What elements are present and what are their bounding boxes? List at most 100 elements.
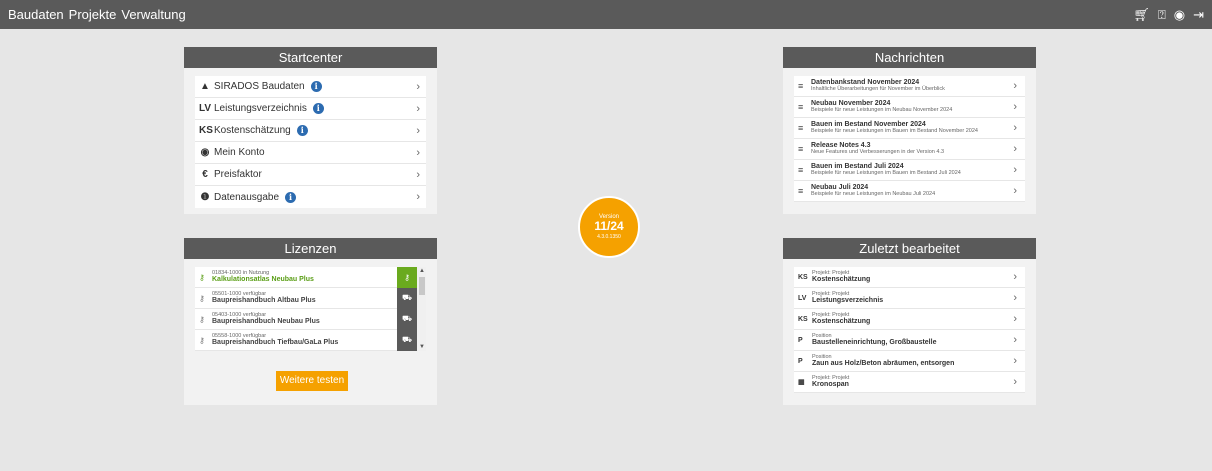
chevron-right-icon: › (416, 168, 420, 181)
chevron-right-icon: › (1013, 355, 1017, 367)
startcenter-item-label: Kostenschätzung (214, 125, 291, 136)
news-item[interactable]: ≡ Bauen im Bestand November 2024 Beispiele… (794, 118, 1025, 139)
recent-type-icon: LV (798, 294, 807, 302)
license-name: Kalkulationsatlas Neubau Plus (212, 276, 314, 284)
license-name: Baupreishandbuch Tiefbau/GaLa Plus (212, 339, 339, 347)
startcenter-item[interactable]: ▲ SIRADOS Baudaten i › (195, 76, 426, 98)
license-name: Baupreishandbuch Altbau Plus (212, 297, 316, 305)
recent-type-icon: P (798, 357, 803, 365)
recent-name: Kostenschätzung (812, 276, 871, 284)
recent-item[interactable]: LV Projekt: Projekt Leistungsverzeichnis › (794, 288, 1025, 309)
news-item[interactable]: ≡ Bauen im Bestand Juli 2024 Beispiele für… (794, 160, 1025, 181)
license-scrollbar[interactable]: ▲ ▼ (417, 267, 426, 351)
scroll-thumb[interactable] (419, 277, 425, 295)
recent-type-icon: KS (798, 273, 808, 281)
startcenter-item[interactable]: LV Leistungsverzeichnis i › (195, 98, 426, 120)
recent-item[interactable]: KS Projekt: Projekt Kostenschätzung › (794, 267, 1025, 288)
nav-baudaten[interactable]: Baudaten (8, 7, 64, 22)
info-icon[interactable]: i (312, 103, 324, 114)
chevron-right-icon: › (1013, 292, 1017, 304)
license-item[interactable]: ⚷ 01834-1000 in Nutzung Kalkulationsatlas … (195, 267, 426, 288)
chevron-right-icon: › (1013, 271, 1017, 283)
logout-icon[interactable]: ⇥ (1193, 8, 1204, 21)
startcenter-item[interactable]: ◉ Mein Konto › (195, 142, 426, 164)
info-icon[interactable]: i (310, 81, 322, 92)
chevron-right-icon: › (416, 80, 420, 93)
lizenzen-panel: Lizenzen ⚷ 01834-1000 in Nutzung Kalkulati… (184, 238, 437, 405)
weitere-testen-button[interactable]: Weitere testen (276, 371, 348, 391)
news-subtitle: Beispiele für neue Leistungen im Bauen i… (811, 169, 961, 176)
zuletzt-title: Zuletzt bearbeitet (783, 238, 1036, 259)
startcenter-item-label: Preisfaktor (214, 169, 262, 180)
startcenter-item[interactable]: ❶ Datenausgabe i › (195, 186, 426, 208)
startcenter-item-label: Mein Konto (214, 147, 265, 158)
key-check-icon: ⚷ (404, 272, 410, 282)
startcenter-item[interactable]: KS Kostenschätzung i › (195, 120, 426, 142)
recent-name: Zaun aus Holz/Beton abräumen, entsorgen (812, 360, 955, 368)
recent-text: Projekt: Projekt Kronospan (812, 375, 849, 389)
recent-item[interactable]: P Position Baustelleneinrichtung, Großbaus… (794, 330, 1025, 351)
euro-icon: € (202, 169, 208, 180)
news-text: Bauen im Bestand Juli 2024 Beispiele für … (811, 163, 961, 176)
info-icon[interactable]: i (285, 191, 297, 203)
license-activate-button[interactable]: ⛟ (397, 287, 417, 309)
license-item[interactable]: ⚷ 05501-1000 verfügbar Baupreishandbuch Al… (195, 287, 426, 309)
news-item[interactable]: ≡ Datenbankstand November 2024 Inhaltliche… (794, 76, 1025, 97)
chevron-right-icon: › (1013, 313, 1017, 325)
license-name: Baupreishandbuch Neubau Plus (212, 318, 320, 326)
news-item[interactable]: ≡ Release Notes 4.3 Neue Features und Verb… (794, 139, 1025, 160)
news-icon: ≡ (798, 144, 804, 154)
news-subtitle: Inhaltliche Überarbeitungen für November… (811, 85, 945, 92)
news-text: Neubau Juli 2024 Beispiele für neue Leist… (811, 184, 935, 197)
recent-text: Projekt: Projekt Kostenschätzung (812, 270, 870, 284)
news-item[interactable]: ≡ Neubau Juli 2024 Beispiele für neue Leis… (794, 181, 1025, 202)
startcenter-item[interactable]: € Preisfaktor › (195, 164, 426, 186)
user-icon[interactable]: ◉ (1174, 8, 1185, 21)
news-icon: ≡ (798, 186, 804, 196)
help-icon[interactable]: ⍰ (1158, 8, 1166, 21)
startcenter-item-label: Datenausgabe (214, 191, 280, 203)
chevron-right-icon: › (1013, 376, 1017, 388)
news-text: Datenbankstand November 2024 Inhaltliche … (811, 79, 945, 92)
cart-icon[interactable]: 🛒︎ (1133, 8, 1150, 21)
license-item[interactable]: ⚷ 05558-1000 verfügbar Baupreishandbuch Ti… (195, 329, 426, 351)
key-icon: ⚷ (199, 314, 205, 324)
license-activate-button[interactable]: ⛟ (397, 308, 417, 330)
license-active-button[interactable]: ⚷ (397, 267, 417, 288)
news-text: Neubau November 2024 Beispiele für neue L… (811, 100, 952, 113)
lizenzen-title: Lizenzen (184, 238, 437, 259)
news-item[interactable]: ≡ Neubau November 2024 Beispiele für neue … (794, 97, 1025, 118)
chevron-right-icon: › (1013, 80, 1017, 92)
nav-projekte[interactable]: Projekte (69, 7, 117, 22)
version-badge: Version 11/24 4.3.0.1350 (578, 196, 640, 258)
recent-list: KS Projekt: Projekt Kostenschätzung › LV Proj… (794, 267, 1025, 393)
chevron-right-icon: › (416, 146, 420, 159)
output-icon: ❶ (200, 191, 210, 203)
license-activate-button[interactable]: ⛟ (397, 329, 417, 351)
lv-icon: LV (199, 103, 212, 114)
recent-text: Position Baustelleneinrichtung, Großbaust… (812, 333, 936, 347)
car-icon: ⛟ (401, 293, 413, 302)
news-icon: ≡ (798, 165, 804, 175)
info-icon[interactable]: i (296, 125, 308, 136)
scroll-up-icon[interactable]: ▲ (419, 268, 425, 274)
startcenter-list: ▲ SIRADOS Baudaten i › LV Leistungsverzeichni… (195, 76, 426, 208)
license-text: 05501-1000 verfügbar Baupreishandbuch Alt… (212, 291, 397, 305)
recent-item[interactable]: ▦ Projekt: Projekt Kronospan › (794, 372, 1025, 393)
recent-type-icon: ▦ (798, 379, 805, 386)
car-icon: ⛟ (401, 335, 413, 344)
nav-verwaltung[interactable]: Verwaltung (121, 7, 185, 22)
recent-text: Projekt: Projekt Leistungsverzeichnis (812, 291, 883, 305)
car-icon: ⛟ (401, 314, 413, 323)
chevron-right-icon: › (416, 102, 420, 115)
scroll-down-icon[interactable]: ▼ (419, 344, 425, 350)
startcenter-item-label: Leistungsverzeichnis (214, 103, 307, 114)
main-nav: Baudaten Projekte Verwaltung (8, 7, 186, 22)
news-subtitle: Neue Features und Verbesserungen in der … (811, 148, 945, 155)
recent-item[interactable]: KS Projekt: Projekt Kostenschätzung › (794, 309, 1025, 330)
zuletzt-panel: Zuletzt bearbeitet KS Projekt: Projekt Kos… (783, 238, 1036, 405)
license-item[interactable]: ⚷ 05403-1000 verfügbar Baupreishandbuch Ne… (195, 308, 426, 330)
top-bar: Baudaten Projekte Verwaltung 🛒︎ ⍰ ◉ ⇥ (0, 0, 1212, 29)
chevron-right-icon: › (1013, 185, 1017, 197)
recent-item[interactable]: P Position Zaun aus Holz/Beton abräumen, e… (794, 351, 1025, 372)
